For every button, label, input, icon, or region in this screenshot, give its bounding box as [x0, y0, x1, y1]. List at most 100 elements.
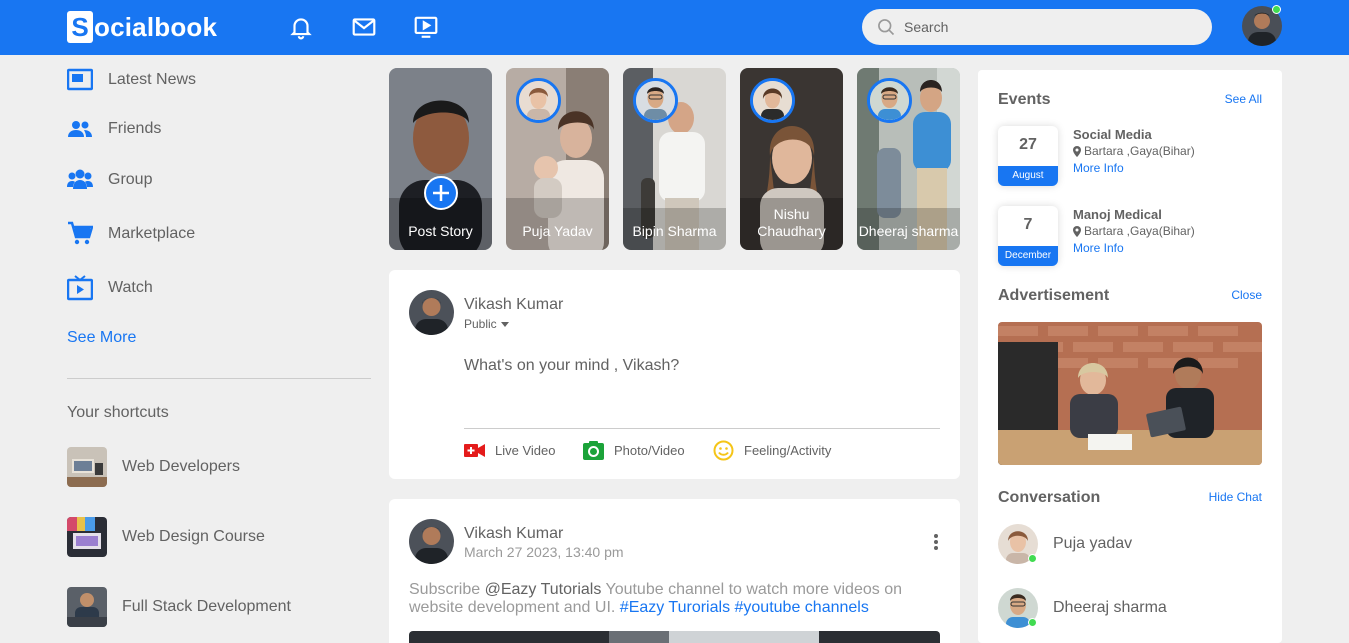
- sidebar-item-watch[interactable]: Watch: [67, 275, 153, 301]
- right-sidebar: Events See All 27 August Social Media Ba…: [978, 70, 1282, 643]
- smile-icon: [713, 440, 734, 461]
- logo-mark: S: [67, 11, 93, 43]
- action-label: Live Video: [495, 443, 556, 458]
- story-puja-yadav[interactable]: Puja Yadav: [506, 68, 609, 250]
- shortcut-label: Full Stack Development: [122, 598, 291, 615]
- story-label: Nishu Chaudhary: [757, 206, 826, 239]
- post-input[interactable]: What's on your mind , Vikash?: [464, 357, 679, 375]
- event-more-info-link[interactable]: More Info: [1073, 241, 1124, 255]
- more-options-icon[interactable]: [933, 533, 939, 551]
- write-post-divider: [464, 428, 940, 429]
- logo-text: ocialbook: [94, 11, 218, 42]
- sidebar-divider: [67, 378, 371, 379]
- caret-down-icon: [500, 322, 509, 327]
- close-ad-link[interactable]: Close: [1231, 288, 1262, 302]
- bell-icon[interactable]: [288, 14, 314, 40]
- privacy-selector[interactable]: Public: [464, 317, 510, 331]
- event-date-badge: 27 August: [998, 126, 1058, 186]
- video-icon[interactable]: [413, 14, 439, 40]
- shortcut-web-design-course[interactable]: Web Design Course: [67, 517, 265, 557]
- sidebar-item-label: Friends: [108, 120, 162, 137]
- online-status-dot: [1028, 554, 1037, 563]
- news-icon: [67, 68, 93, 91]
- event-month: December: [998, 246, 1058, 266]
- event-date-badge: 7 December: [998, 206, 1058, 266]
- story-avatar: [867, 78, 912, 123]
- live-video-button[interactable]: Live Video: [464, 440, 555, 461]
- online-status-dot: [1028, 618, 1037, 627]
- action-label: Feeling/Activity: [744, 443, 832, 458]
- advertisement-title: Advertisement: [998, 287, 1110, 304]
- sidebar-item-marketplace[interactable]: Marketplace: [67, 221, 195, 247]
- post-mention[interactable]: @Eazy Tutorials: [485, 581, 602, 598]
- cart-icon: [68, 221, 93, 245]
- profile-avatar[interactable]: [1242, 5, 1282, 46]
- contact-name: Dheeraj sharma: [1053, 599, 1167, 616]
- group-icon: [67, 169, 93, 189]
- see-all-link[interactable]: See All: [1225, 92, 1262, 106]
- story-label: Dheeraj sharma: [858, 223, 959, 239]
- shortcut-web-developers[interactable]: Web Developers: [67, 447, 240, 487]
- location-pin-icon: [1073, 145, 1081, 157]
- conversation-item-dheeraj-sharma[interactable]: Dheeraj sharma: [998, 588, 1167, 628]
- post-image[interactable]: [409, 631, 940, 643]
- sidebar-item-latest-news[interactable]: Latest News: [67, 67, 196, 93]
- sidebar-item-friends[interactable]: Friends: [67, 116, 161, 142]
- shortcut-thumbnail: [67, 517, 107, 557]
- event-month: August: [998, 166, 1058, 186]
- story-nishu-chaudhary[interactable]: Nishu Chaudhary: [740, 68, 843, 250]
- event-location-text: Bartara ,Gaya(Bihar): [1084, 144, 1195, 158]
- sidebar-item-group[interactable]: Group: [67, 167, 152, 193]
- search-bar[interactable]: [862, 9, 1212, 45]
- online-status-dot: [1272, 5, 1281, 14]
- post-author-name[interactable]: Vikash Kumar: [464, 525, 563, 543]
- story-label: Bipin Sharma: [632, 223, 717, 239]
- story-avatar: [750, 78, 795, 123]
- privacy-label: Public: [464, 317, 497, 331]
- event-more-info-link[interactable]: More Info: [1073, 161, 1124, 175]
- search-input[interactable]: [904, 19, 1184, 35]
- shortcuts-title: Your shortcuts: [67, 404, 169, 421]
- watch-icon: [67, 275, 93, 301]
- event-name: Manoj Medical: [1073, 207, 1162, 222]
- post-date: March 27 2023, 13:40 pm: [464, 544, 624, 560]
- photo-video-button[interactable]: Photo/Video: [583, 440, 685, 461]
- see-more-link[interactable]: See More: [67, 329, 136, 347]
- post-author-avatar[interactable]: [409, 519, 454, 564]
- event-day: 27: [1019, 136, 1037, 153]
- story-label: Post Story: [408, 223, 473, 239]
- action-label: Photo/Video: [614, 443, 685, 458]
- story-bipin-sharma[interactable]: Bipin Sharma: [623, 68, 726, 250]
- event-name: Social Media: [1073, 127, 1152, 142]
- story-dheeraj-sharma[interactable]: Dheeraj sharma: [857, 68, 960, 250]
- add-story-icon[interactable]: [424, 176, 458, 210]
- sidebar-item-label: Watch: [108, 279, 153, 296]
- conversation-title: Conversation: [998, 489, 1101, 506]
- navbar: S ocialbook: [0, 0, 1349, 55]
- events-title: Events: [998, 91, 1051, 108]
- search-icon: [878, 19, 895, 36]
- post-card: Vikash Kumar March 27 2023, 13:40 pm Sub…: [389, 499, 960, 643]
- write-post-username: Vikash Kumar: [464, 296, 564, 313]
- logo[interactable]: S ocialbook: [67, 11, 217, 43]
- post-hashtags[interactable]: #Eazy Turorials #youtube channels: [620, 599, 869, 616]
- shortcut-label: Web Developers: [122, 458, 240, 475]
- conversation-item-puja-yadav[interactable]: Puja yadav: [998, 524, 1132, 564]
- mail-icon[interactable]: [351, 14, 377, 40]
- shortcut-full-stack-development[interactable]: Full Stack Development: [67, 587, 291, 627]
- friends-icon: [68, 121, 92, 137]
- post-text: Subscribe @Eazy Tutorials Youtube channe…: [409, 581, 919, 617]
- advertisement-image[interactable]: [998, 322, 1262, 465]
- location-pin-icon: [1073, 225, 1081, 237]
- feeling-activity-button[interactable]: Feeling/Activity: [713, 440, 831, 461]
- story-post-story[interactable]: Post Story: [389, 68, 492, 250]
- post-text-before: Subscribe: [409, 581, 485, 598]
- live-video-icon: [464, 444, 485, 457]
- shortcut-thumbnail: [67, 447, 107, 487]
- user-avatar[interactable]: [409, 290, 454, 335]
- shortcut-label: Web Design Course: [122, 528, 265, 545]
- hide-chat-link[interactable]: Hide Chat: [1209, 490, 1262, 504]
- event-location-text: Bartara ,Gaya(Bihar): [1084, 224, 1195, 238]
- write-post-card: Vikash Kumar Public What's on your mind …: [389, 270, 960, 479]
- photo-icon: [583, 441, 604, 460]
